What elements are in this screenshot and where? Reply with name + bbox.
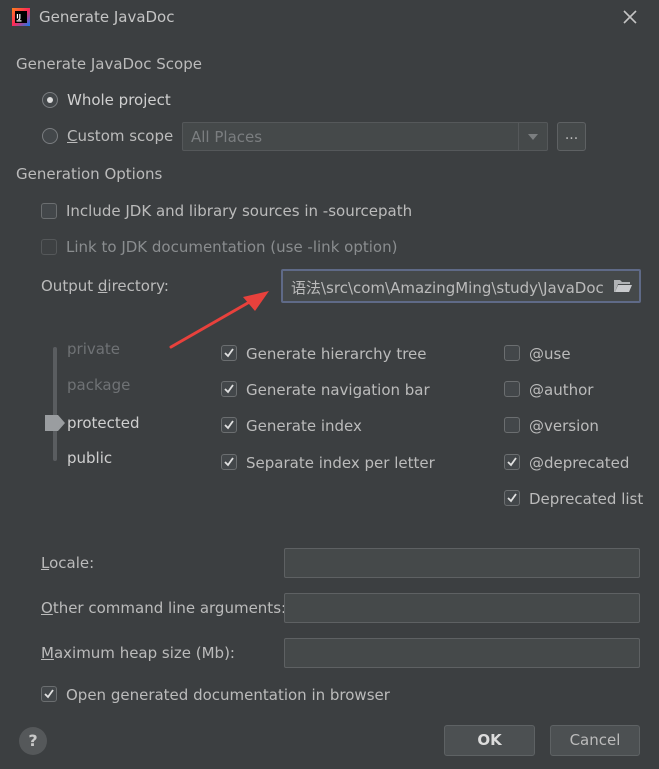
whole-project-radio[interactable] <box>42 92 58 108</box>
deprecated-tag-label[interactable]: @deprecated <box>529 454 629 472</box>
folder-icon[interactable] <box>613 278 633 298</box>
version-tag-checkbox[interactable] <box>504 417 520 433</box>
visibility-package[interactable]: package <box>67 376 130 394</box>
link-jdk-checkbox <box>41 239 57 255</box>
whole-project-label[interactable]: Whole project <box>67 91 171 109</box>
output-directory-label: Output directory: <box>41 277 169 295</box>
include-jdk-label[interactable]: Include JDK and library sources in -sour… <box>66 202 412 220</box>
ok-button[interactable]: OK <box>444 725 535 756</box>
author-tag-label[interactable]: @author <box>529 381 593 399</box>
navigation-bar-checkbox[interactable] <box>221 381 237 397</box>
title-bar: IJ Generate JavaDoc <box>0 0 659 36</box>
other-args-input[interactable] <box>284 593 640 623</box>
heap-size-label: Maximum heap size (Mb): <box>41 644 235 662</box>
options-heading: Generation Options <box>16 165 163 183</box>
window-title: Generate JavaDoc <box>39 8 175 26</box>
hierarchy-tree-checkbox[interactable] <box>221 345 237 361</box>
other-args-label: Other command line arguments: <box>41 599 287 617</box>
include-jdk-checkbox[interactable] <box>41 203 57 219</box>
link-jdk-label: Link to JDK documentation (use -link opt… <box>66 238 398 256</box>
visibility-slider-track[interactable] <box>53 347 57 461</box>
version-tag-label[interactable]: @version <box>529 417 599 435</box>
separate-index-label[interactable]: Separate index per letter <box>246 454 435 472</box>
hierarchy-tree-label[interactable]: Generate hierarchy tree <box>246 345 427 363</box>
output-directory-value: 语法\src\com\AmazingMing\study\JavaDoc <box>291 279 604 297</box>
locale-input[interactable] <box>284 548 640 578</box>
visibility-public[interactable]: public <box>67 449 112 467</box>
combo-value: All Places <box>191 128 263 146</box>
close-icon[interactable] <box>620 7 640 27</box>
locale-label: Locale: <box>41 554 95 572</box>
generate-index-label[interactable]: Generate index <box>246 417 362 435</box>
open-browser-checkbox[interactable] <box>41 686 57 702</box>
deprecated-list-checkbox[interactable] <box>504 490 520 506</box>
svg-text:IJ: IJ <box>16 13 21 21</box>
deprecated-list-label[interactable]: Deprecated list <box>529 490 643 508</box>
custom-scope-combobox[interactable]: All Places <box>182 122 548 151</box>
generate-index-checkbox[interactable] <box>221 417 237 433</box>
custom-scope-label[interactable]: Custom scope <box>67 127 173 145</box>
help-button[interactable]: ? <box>19 727 47 755</box>
intellij-app-icon: IJ <box>12 8 30 26</box>
output-directory-field[interactable]: 语法\src\com\AmazingMing\study\JavaDoc <box>281 269 641 303</box>
visibility-protected[interactable]: protected <box>67 414 140 432</box>
use-tag-checkbox[interactable] <box>504 345 520 361</box>
heap-size-input[interactable] <box>284 638 640 668</box>
scope-heading: Generate JavaDoc Scope <box>16 55 202 73</box>
deprecated-tag-checkbox[interactable] <box>504 454 520 470</box>
visibility-slider-thumb[interactable] <box>44 414 66 432</box>
browse-scope-button[interactable]: ... <box>557 122 586 151</box>
author-tag-checkbox[interactable] <box>504 381 520 397</box>
open-browser-label[interactable]: Open generated documentation in browser <box>66 686 390 704</box>
custom-scope-radio[interactable] <box>42 128 58 144</box>
chevron-down-icon[interactable] <box>518 123 547 150</box>
separate-index-checkbox[interactable] <box>221 454 237 470</box>
use-tag-label[interactable]: @use <box>529 345 571 363</box>
visibility-private[interactable]: private <box>67 340 120 358</box>
navigation-bar-label[interactable]: Generate navigation bar <box>246 381 430 399</box>
cancel-button[interactable]: Cancel <box>550 725 640 756</box>
